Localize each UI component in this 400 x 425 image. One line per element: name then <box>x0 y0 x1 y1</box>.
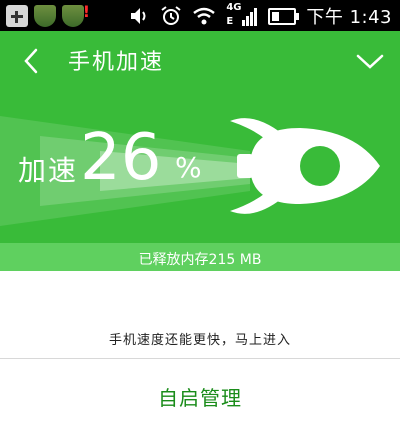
shield-icon <box>34 5 56 27</box>
status-time: 下午 1:43 <box>306 7 392 28</box>
speedup-percent-unit: % <box>175 151 202 184</box>
memory-freed-strip: 已释放内存215 MB <box>0 243 400 271</box>
add-icon <box>6 5 28 27</box>
autostart-manage-label: 自启管理 <box>158 386 242 410</box>
system-icons: 4G E 下午 1:43 <box>128 2 392 29</box>
divider <box>0 358 400 359</box>
wifi-icon <box>192 6 216 26</box>
shield-warning-icon <box>62 2 90 27</box>
top-bar: 手机加速 <box>0 31 400 89</box>
memory-freed-text: 已释放内存215 MB <box>138 252 262 268</box>
dropdown-button[interactable] <box>354 45 386 77</box>
speedup-hero: 手机加速 加速 26 % 已释放内存215 MB <box>0 31 400 271</box>
speedup-label: 加速 <box>18 154 79 187</box>
signal-icon: 4G E <box>226 2 258 29</box>
chevron-down-icon <box>356 54 384 69</box>
network-e-label: E <box>226 16 234 27</box>
alarm-icon <box>160 5 182 27</box>
battery-icon <box>268 7 300 25</box>
status-bar: 4G E 下午 1:43 <box>0 0 400 31</box>
autostart-manage-button[interactable]: 自启管理 <box>0 360 400 425</box>
rocket-icon <box>230 118 380 214</box>
vibrate-icon <box>128 6 150 26</box>
tip-text: 手机速度还能更快，马上进入 <box>108 333 291 348</box>
network-4g-label: 4G <box>226 2 242 13</box>
speedup-percent-value: 26 <box>80 121 162 195</box>
chevron-left-icon <box>24 48 38 74</box>
notification-icons <box>6 2 90 27</box>
page-title: 手机加速 <box>68 50 165 75</box>
back-button[interactable] <box>16 45 48 77</box>
